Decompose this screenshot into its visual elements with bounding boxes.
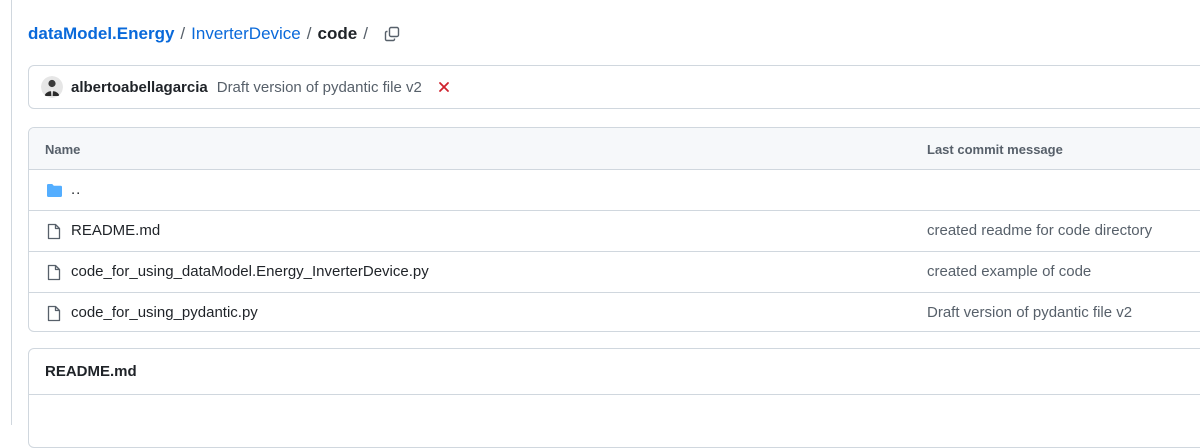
commit-message[interactable]: Draft version of pydantic file v2 bbox=[217, 79, 422, 96]
breadcrumb-separator: / bbox=[306, 24, 312, 43]
commit-message-cell[interactable]: Draft version of pydantic file v2 bbox=[927, 304, 1132, 321]
file-icon bbox=[45, 304, 63, 322]
file-table: Name Last commit message .. README.md cr… bbox=[28, 127, 1200, 332]
commit-message-cell[interactable]: created example of code bbox=[927, 263, 1091, 280]
column-header-name: Name bbox=[45, 142, 81, 157]
readme-panel: README.md bbox=[28, 348, 1200, 448]
parent-directory-link[interactable]: .. bbox=[71, 181, 81, 198]
copy-icon bbox=[384, 26, 400, 42]
copy-path-button[interactable] bbox=[384, 26, 400, 42]
avatar[interactable] bbox=[41, 76, 63, 98]
table-header: Name Last commit message bbox=[29, 128, 1200, 170]
breadcrumb: dataModel.Energy / InverterDevice / code… bbox=[28, 22, 400, 46]
commit-status-failure[interactable] bbox=[438, 81, 450, 93]
breadcrumb-separator: / bbox=[363, 24, 368, 43]
file-link[interactable]: README.md bbox=[71, 222, 160, 239]
breadcrumb-current: code bbox=[317, 24, 358, 43]
commit-author[interactable]: albertoabellagarcia bbox=[71, 79, 208, 96]
commit-message-cell[interactable]: created readme for code directory bbox=[927, 222, 1152, 239]
breadcrumb-separator: / bbox=[180, 24, 186, 43]
folder-icon bbox=[45, 181, 63, 199]
column-header-last-commit-message: Last commit message bbox=[927, 142, 1063, 157]
left-divider bbox=[11, 0, 12, 425]
file-link[interactable]: code_for_using_dataModel.Energy_Inverter… bbox=[71, 263, 429, 280]
table-row-parent-dir[interactable]: .. bbox=[29, 170, 1200, 211]
file-icon bbox=[45, 263, 63, 281]
breadcrumb-folder-link[interactable]: InverterDevice bbox=[191, 24, 301, 44]
latest-commit-bar: albertoabellagarcia Draft version of pyd… bbox=[28, 65, 1200, 109]
file-link[interactable]: code_for_using_pydantic.py bbox=[71, 304, 258, 321]
avatar-image bbox=[41, 76, 63, 98]
table-row[interactable]: README.md created readme for code direct… bbox=[29, 211, 1200, 252]
x-icon bbox=[438, 82, 449, 92]
table-row[interactable]: code_for_using_dataModel.Energy_Inverter… bbox=[29, 252, 1200, 293]
breadcrumb-repo-link[interactable]: dataModel.Energy bbox=[28, 24, 174, 44]
readme-header: README.md bbox=[29, 349, 1200, 395]
readme-title[interactable]: README.md bbox=[45, 363, 137, 380]
file-icon bbox=[45, 222, 63, 240]
table-row[interactable]: code_for_using_pydantic.py Draft version… bbox=[29, 293, 1200, 331]
